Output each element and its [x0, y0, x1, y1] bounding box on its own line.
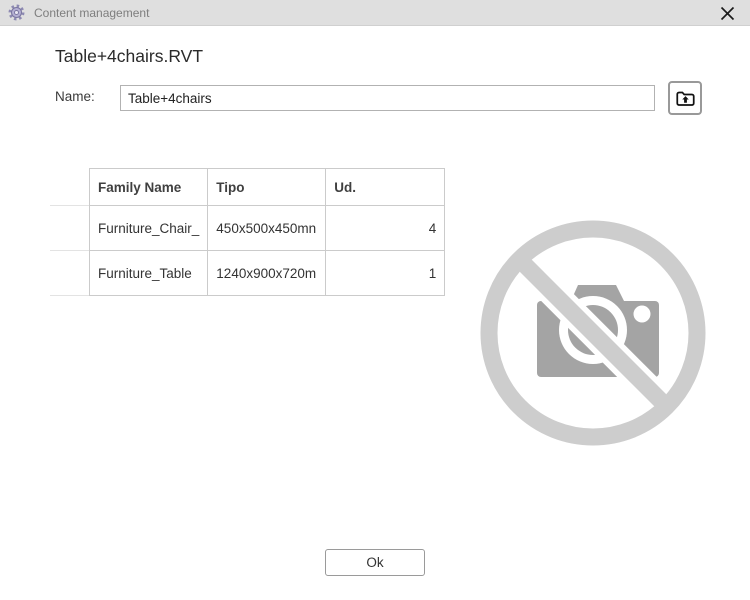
name-input[interactable] [120, 85, 655, 111]
grid-row-header-gutter [50, 205, 89, 296]
close-icon [720, 6, 734, 21]
column-header-tipo[interactable]: Tipo [207, 168, 327, 206]
titlebar: Content management [0, 0, 750, 26]
cell-family-name[interactable]: Furniture_Chair_ [88, 205, 209, 251]
close-button[interactable] [712, 2, 742, 25]
row-header[interactable] [50, 206, 89, 251]
cell-ud[interactable]: 4 [325, 205, 446, 251]
export-folder-button[interactable] [668, 81, 702, 115]
cell-ud[interactable]: 1 [325, 250, 446, 296]
file-title: Table+4chairs.RVT [55, 46, 204, 66]
column-header-family-name[interactable]: Family Name [88, 168, 209, 206]
window-title: Content management [34, 5, 150, 20]
cell-family-name[interactable]: Furniture_Table [88, 250, 209, 296]
folder-upload-icon [675, 91, 695, 106]
table-row[interactable]: Furniture_Chair_ 450x500x450mn 4 [88, 205, 446, 251]
families-grid: Family Name Tipo Ud. Furniture_Chair_ 45… [88, 168, 446, 296]
row-header[interactable] [50, 251, 89, 296]
content-management-dialog: Content management Table+4chairs.RVT Nam… [0, 0, 750, 600]
cell-tipo[interactable]: 450x500x450mn [207, 205, 327, 251]
name-label: Name: [55, 89, 95, 104]
table-row[interactable]: Furniture_Table 1240x900x720m 1 [88, 250, 446, 296]
no-image-camera-icon [480, 220, 706, 446]
grid-header-row: Family Name Tipo Ud. [88, 168, 446, 206]
ok-button[interactable]: Ok [325, 549, 425, 576]
column-header-ud[interactable]: Ud. [325, 168, 446, 206]
cell-tipo[interactable]: 1240x900x720m [207, 250, 327, 296]
gear-icon [8, 4, 25, 21]
